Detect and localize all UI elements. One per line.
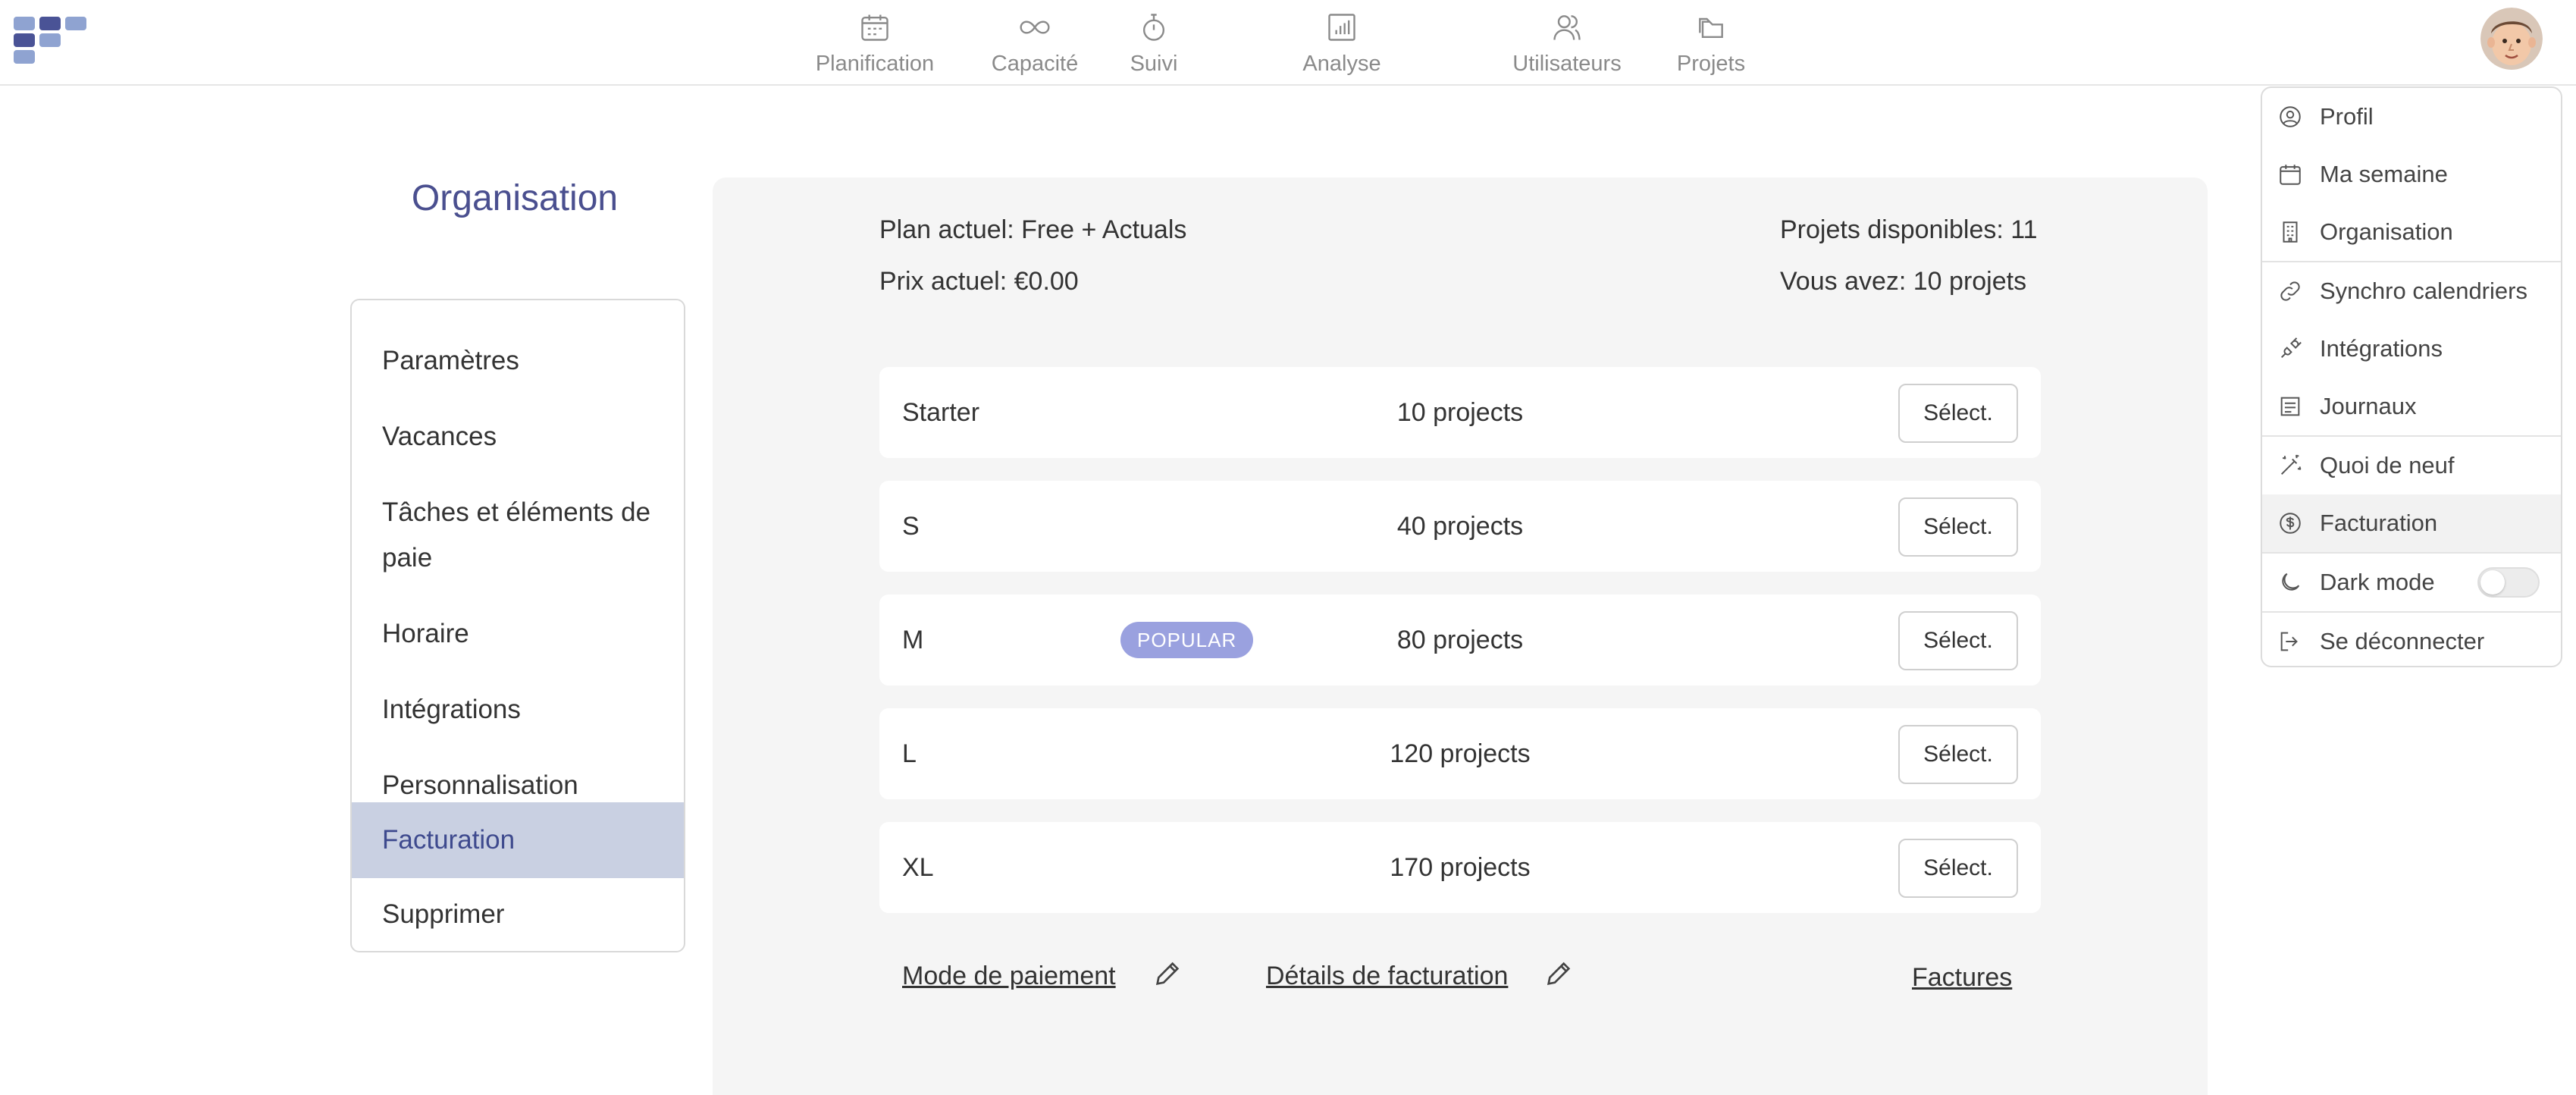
nav-label: Capacité [991,52,1079,76]
select-plan-button[interactable]: Sélect. [1898,839,2018,898]
dropdown-item-label: Journaux [2320,393,2417,419]
bar-chart-icon [1328,14,1355,41]
link-icon [2280,281,2300,301]
user-dropdown-menu: Profil Ma semaine Organisation Synchro c… [2261,86,2562,667]
nav-planification[interactable]: Planification [807,11,943,79]
plan-name: Starter [902,398,980,427]
org-menu-parametres[interactable]: Paramètres [352,338,684,384]
select-plan-button[interactable]: Sélect. [1898,611,2018,670]
toggle-knob [2480,570,2505,595]
payment-method-link[interactable]: Mode de paiement [902,962,1116,991]
dropdown-item-label: Facturation [2320,510,2438,536]
org-menu-supprimer[interactable]: Supprimer [352,892,684,937]
nav-label: Planification [815,52,935,76]
nav-analyse[interactable]: Analyse [1289,11,1395,79]
plan-row-s: S 40 projects Sélect. [879,481,2041,572]
stopwatch-icon [1142,14,1165,41]
folders-icon [1699,17,1723,39]
dropdown-item-ma-semaine[interactable]: Ma semaine [2262,146,2561,203]
edit-pencil-icon[interactable] [1152,959,1183,989]
dropdown-item-profil[interactable]: Profil [2262,88,2561,146]
user-circle-icon [2280,106,2301,127]
dropdown-item-integrations[interactable]: Intégrations [2262,320,2561,378]
dropdown-item-label: Ma semaine [2320,161,2448,187]
calendar-icon [861,14,888,41]
nav-label: Utilisateurs [1512,52,1622,76]
plan-row-starter: Starter 10 projects Sélect. [879,367,2041,458]
nav-utilisateurs[interactable]: Utilisateurs [1503,11,1631,79]
dark-mode-toggle[interactable] [2477,567,2540,598]
current-plan: Plan actuel: Free + Actuals [879,215,1187,244]
dropdown-item-dark-mode: Dark mode [2262,554,2561,611]
org-menu-facturation[interactable]: Facturation [352,802,684,878]
edit-pencil-icon[interactable] [1543,959,1574,989]
infinity-icon [1020,20,1050,34]
organisation-title: Organisation [411,178,619,218]
plan-projects: 40 projects [1396,512,1524,541]
magic-wand-icon [2280,454,2302,475]
dropdown-item-label: Se déconnecter [2320,628,2485,654]
nav-label: Analyse [1302,52,1381,76]
logout-icon [2280,632,2298,651]
available-projects: Projets disponibles: 11 [1780,215,2038,244]
nav-label: Projets [1676,52,1746,76]
users-icon [1553,15,1581,40]
dropdown-item-synchro-calendriers[interactable]: Synchro calendriers [2262,262,2561,320]
dropdown-item-quoi-de-neuf[interactable]: Quoi de neuf [2262,437,2561,494]
avatar[interactable] [2480,8,2543,70]
organisation-menu: Paramètres Vacances Tâches et éléments d… [350,299,685,952]
plan-projects: 10 projects [1396,398,1524,427]
dropdown-item-label: Organisation [2320,218,2453,245]
top-navigation-bar: Planification Capacité Suivi Analyse Uti… [0,0,2576,86]
calendar-icon [2280,165,2301,185]
plan-projects: 170 projects [1390,853,1531,882]
log-icon [2280,397,2300,416]
dropdown-item-journaux[interactable]: Journaux [2262,378,2561,435]
plan-name: L [902,739,917,768]
dropdown-item-label: Quoi de neuf [2320,452,2455,478]
billing-panel: Plan actuel: Free + Actuals Prix actuel:… [713,177,2208,1095]
org-menu-personnalisation[interactable]: Personnalisation [352,763,684,808]
nav-suivi[interactable]: Suivi [1122,11,1186,79]
org-menu-vacances[interactable]: Vacances [352,414,684,460]
invoices-link[interactable]: Factures [1912,963,2012,993]
org-menu-taches-paie[interactable]: Tâches et éléments de paie [352,490,684,581]
plug-icon [2280,337,2302,359]
current-projects-count: Vous avez: 10 projets [1780,267,2027,296]
plan-row-m: M POPULAR 80 projects Sélect. [879,595,2041,686]
dropdown-item-label: Dark mode [2320,569,2435,595]
plan-name: XL [902,853,934,882]
select-plan-button[interactable]: Sélect. [1898,725,2018,784]
dropdown-item-se-deconnecter[interactable]: Se déconnecter [2262,613,2561,666]
nav-projets[interactable]: Projets [1668,11,1754,79]
plan-projects: 120 projects [1390,739,1531,768]
org-menu-horaire[interactable]: Horaire [352,611,684,657]
moon-icon [2282,573,2300,591]
plan-row-l: L 120 projects Sélect. [879,708,2041,799]
popular-badge: POPULAR [1120,622,1254,658]
dropdown-item-facturation[interactable]: Facturation [2262,494,2561,552]
current-price: Prix actuel: €0.00 [879,267,1079,296]
plan-name: S [902,512,920,541]
dropdown-item-label: Profil [2320,103,2374,130]
nav-label: Suivi [1130,52,1178,76]
plan-row-xl: XL 170 projects Sélect. [879,822,2041,913]
dropdown-item-label: Synchro calendriers [2320,278,2527,304]
select-plan-button[interactable]: Sélect. [1898,497,2018,557]
plan-name: M [902,626,924,654]
select-plan-button[interactable]: Sélect. [1898,384,2018,443]
plan-projects: 80 projects [1396,626,1524,654]
building-icon [2283,221,2298,243]
billing-details-link[interactable]: Détails de facturation [1266,962,1508,991]
avatar-face-icon [2480,8,2543,70]
dollar-circle-icon [2280,513,2301,534]
dropdown-item-organisation[interactable]: Organisation [2262,203,2561,261]
org-menu-integrations[interactable]: Intégrations [352,687,684,733]
dropdown-item-label: Intégrations [2320,335,2443,362]
app-logo[interactable] [14,15,89,65]
nav-capacite[interactable]: Capacité [986,11,1084,79]
